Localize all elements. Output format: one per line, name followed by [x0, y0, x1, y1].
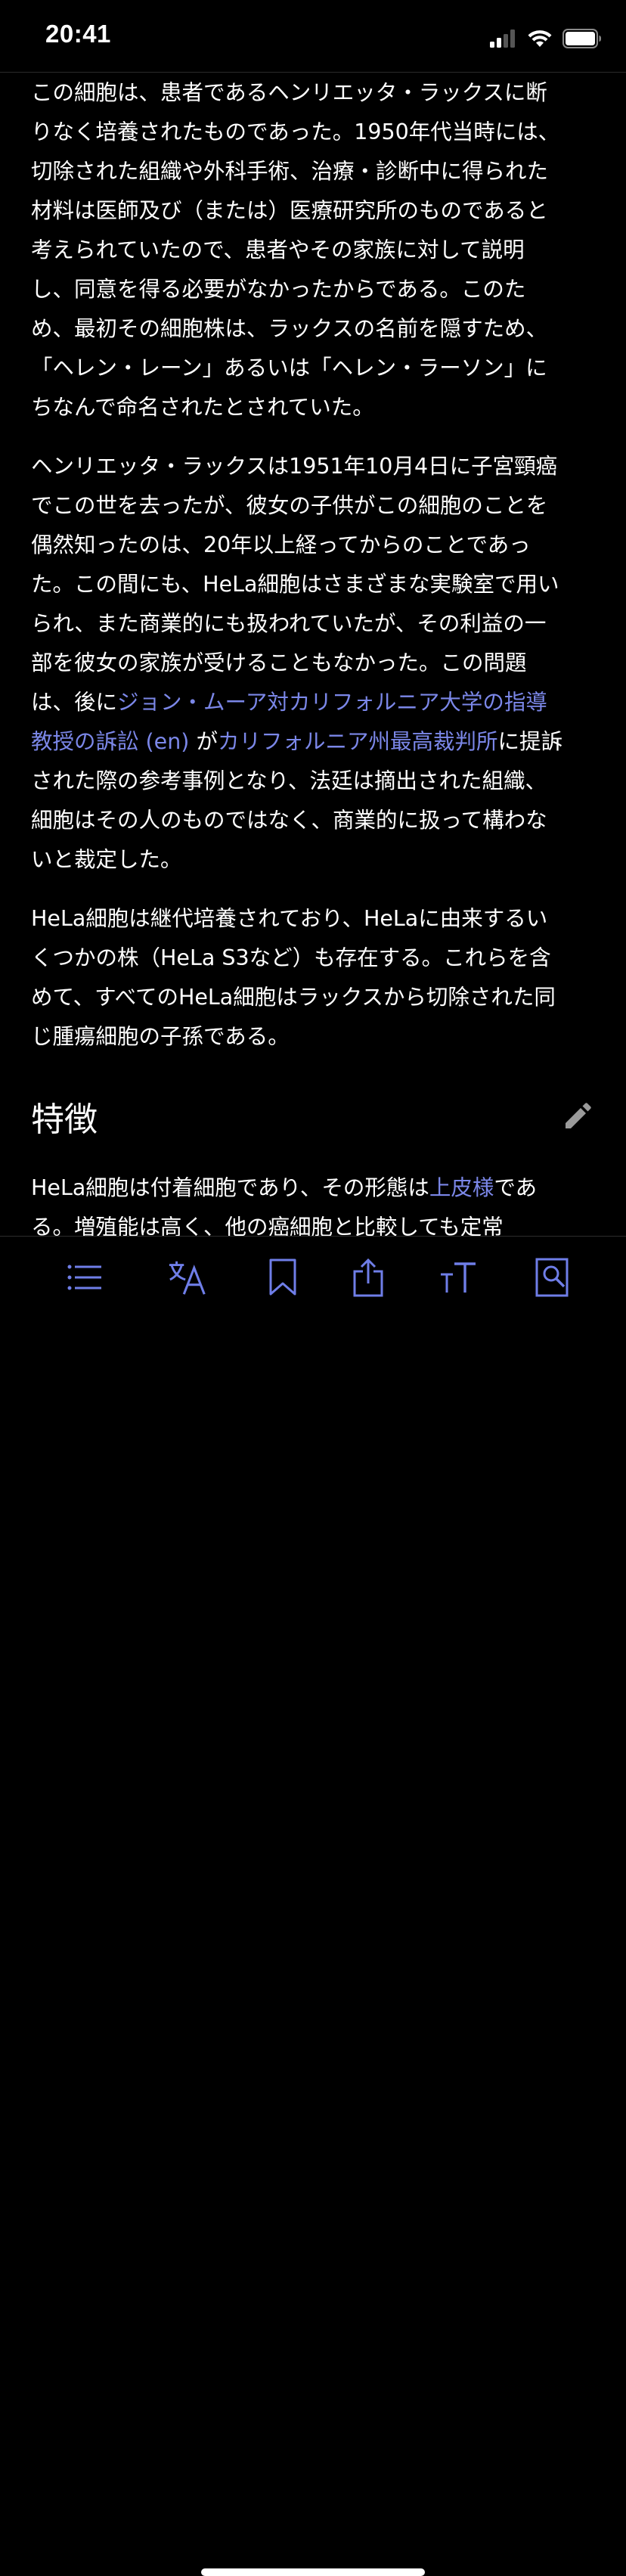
- article-content[interactable]: この細胞は、患者であるヘンリエッタ・ラックスに断 りなく培養されたものであった。…: [31, 72, 598, 1237]
- article-link[interactable]: 上皮様: [429, 1175, 494, 1200]
- text-size-icon: [441, 1262, 476, 1293]
- status-time: 20:41: [45, 20, 111, 48]
- section-heading: 特徴: [31, 1090, 598, 1143]
- section-paragraph: HeLa細胞は付着細胞であり、その形態は上皮様であ る。増殖能は高く、他の癌細胞…: [31, 1169, 598, 1237]
- section-title: 特徴: [31, 1100, 98, 1139]
- find-in-page-icon: [535, 1258, 569, 1297]
- list-icon: [67, 1265, 101, 1290]
- article-text: が: [189, 729, 218, 754]
- share-icon: [353, 1258, 383, 1297]
- save-button[interactable]: [262, 1256, 304, 1299]
- bottom-toolbar: [0, 1236, 626, 2576]
- text-size-button[interactable]: [437, 1256, 479, 1299]
- article-paragraph-2: ヘンリエッタ・ラックスは1951年10月4日に子宮頸癌 でこの世を去ったが、彼女…: [31, 447, 598, 880]
- table-of-contents-button[interactable]: [64, 1256, 106, 1299]
- article-paragraph-1: この細胞は、患者であるヘンリエッタ・ラックスに断 りなく培養されたものであった。…: [31, 73, 598, 427]
- share-button[interactable]: [347, 1256, 389, 1299]
- home-indicator[interactable]: [201, 2568, 425, 2576]
- pencil-icon[interactable]: [561, 1100, 594, 1133]
- status-bar: 20:41: [0, 0, 626, 73]
- article-text: ヘンリエッタ・ラックスは1951年10月4日に子宮頸癌 でこの世を去ったが、彼女…: [31, 454, 559, 715]
- article-text: HeLa細胞は付着細胞であり、その形態は: [31, 1175, 429, 1200]
- bookmark-icon: [269, 1259, 296, 1296]
- article-text: この細胞は、患者であるヘンリエッタ・ラックスに断 りなく培養されたものであった。…: [31, 80, 560, 420]
- battery-icon: [562, 29, 601, 48]
- cellular-signal-icon: [490, 29, 515, 48]
- wifi-icon: [528, 30, 552, 47]
- status-icons: [490, 27, 602, 50]
- find-in-page-button[interactable]: [531, 1256, 573, 1299]
- article-text: HeLa細胞は継代培養されており、HeLaに由来するい くつかの株（HeLa S…: [31, 906, 556, 1049]
- article-paragraph-3: HeLa細胞は継代培養されており、HeLaに由来するい くつかの株（HeLa S…: [31, 899, 598, 1057]
- language-button[interactable]: [168, 1256, 210, 1299]
- translate-icon: [169, 1261, 206, 1295]
- article-link[interactable]: カリフォルニア州最高裁判所: [218, 729, 498, 754]
